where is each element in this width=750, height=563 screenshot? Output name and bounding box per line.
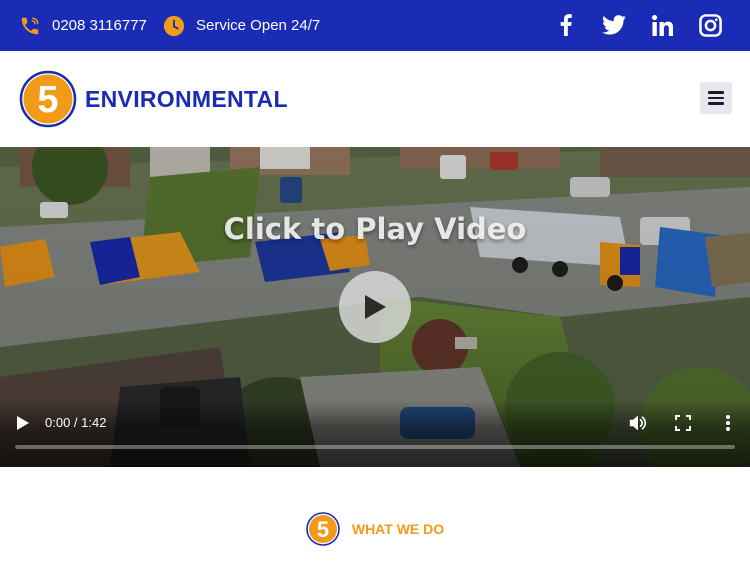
phone-contact[interactable]: 0208 3116777 (19, 0, 147, 51)
service-hours-text: Service Open 24/7 (196, 17, 321, 34)
play-control-icon[interactable] (12, 412, 34, 434)
hamburger-menu-icon[interactable] (700, 82, 732, 114)
what-we-do-label: WHAT WE DO (351, 521, 445, 537)
facebook-icon[interactable] (553, 12, 579, 38)
logo-wordmark: ENVIRONMENTAL (85, 85, 288, 112)
big-play-button[interactable] (339, 271, 411, 343)
video-progress-bar[interactable] (15, 445, 735, 449)
logo-emblem-icon: 5 (19, 70, 77, 128)
top-contact-bar: 0208 3116777 Service Open 24/7 (0, 0, 750, 51)
site-header: 5 ENVIRONMENTAL (0, 51, 750, 147)
svg-text:5: 5 (37, 79, 58, 121)
video-overlay-title: Click to Play Video (223, 212, 527, 246)
section-badge-icon: 5 (306, 512, 340, 546)
linkedin-icon[interactable] (649, 12, 675, 38)
volume-icon[interactable] (627, 412, 649, 434)
phone-icon (19, 15, 41, 37)
more-options-icon[interactable] (717, 412, 739, 434)
clock-icon (163, 15, 185, 37)
site-logo[interactable]: 5 ENVIRONMENTAL (19, 70, 288, 128)
phone-number: 0208 3116777 (52, 17, 147, 34)
video-time-display: 0:00 / 1:42 (45, 415, 107, 430)
svg-text:5: 5 (317, 517, 329, 542)
instagram-icon[interactable] (697, 12, 723, 38)
fullscreen-icon[interactable] (672, 412, 694, 434)
what-we-do-heading: 5 WHAT WE DO (0, 512, 750, 546)
service-hours: Service Open 24/7 (163, 0, 320, 51)
twitter-icon[interactable] (601, 12, 627, 38)
play-icon (365, 295, 386, 319)
